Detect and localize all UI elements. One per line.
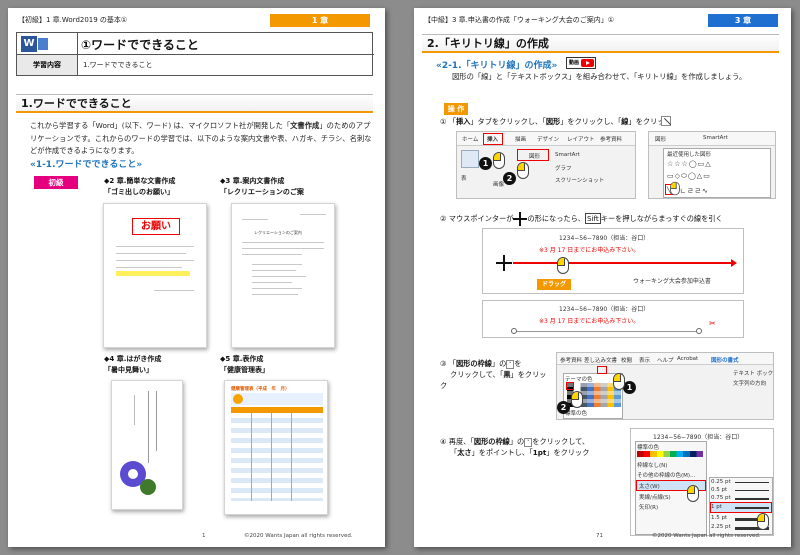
graph-button[interactable]: グラフ [555, 164, 572, 172]
copyright: ©2020 Wants Japan all rights reserved. [652, 533, 761, 539]
example-caption: ◆5 章.表作成 「健康管理表」 [220, 355, 269, 374]
onegai-title: お願い [132, 218, 180, 235]
thumbnail-gomi: お願い [103, 203, 207, 348]
right-page: 【中級】3 章.申込書の作成「ウォーキング大会のご案内」① 3 章 2.「キリト… [414, 8, 791, 547]
example-caption: ◆3 章.案内文書作成 「レクリエーションのご案 [220, 177, 304, 196]
page-title: ①ワードでできること [81, 38, 199, 52]
copyright: ©2020 Wants Japan all rights reserved. [244, 533, 353, 539]
level-badge: 初級 [34, 176, 78, 189]
operation-label: 操 作 [444, 103, 468, 115]
ribbon-screenshot: ホーム 挿入 描画 デザイン レイアウト 参考資料 表 画像 図形 SmartA… [456, 131, 636, 199]
screenshot-button[interactable]: スクリーンショット [555, 176, 604, 184]
applicant-text: ウォーキング大会参加申込書 [633, 278, 711, 285]
text-direction-label: 文字列の方向 [733, 381, 767, 387]
text-box-label: テキスト ボックス [733, 371, 774, 377]
page-number: 1 [202, 533, 206, 539]
dash-option[interactable]: 実線/点線(S) [639, 493, 671, 501]
page-header: 【中級】3 章.申込書の作成「ウォーキング大会のご案内」① [424, 16, 614, 24]
example-caption: ◆2 章.簡単な文書作成 「ゴミ出しのお願い」 [104, 177, 176, 196]
intro-text: これから学習する「Word」(以下、ワード) は、マイクロソフト社が開発した「文… [30, 121, 372, 155]
learning-item: 1.ワードでできること [83, 61, 153, 69]
word-logo-icon: W [21, 36, 37, 52]
other-colors-option[interactable]: その他の枠線の色(M)... [637, 471, 695, 479]
weight-075[interactable]: 0.75 pt [711, 495, 731, 501]
deadline-text: ※3 月 17 日までにお申込み下さい。 [539, 318, 640, 325]
line-shape-icon [661, 116, 672, 126]
learning-label: 学習内容 [17, 55, 77, 75]
tab-help[interactable]: ヘルプ [657, 356, 674, 364]
phone-text: 1234−56−7890（担当：谷口） [559, 235, 650, 242]
smartart-button[interactable]: SmartArt [555, 152, 580, 158]
shape-dropdown[interactable]: 図形 [655, 135, 666, 143]
chapter-badge: 1 章 [270, 14, 370, 27]
weight-15[interactable]: 1.5 pt [711, 515, 727, 521]
left-page: 【初級】1 章.Word2019 の基本① 1 章 W ①ワードでできること 学… [8, 8, 385, 547]
shift-key: Sift [584, 213, 601, 224]
example-caption: ◆4 章.はがき作成 「暑中見舞い」 [104, 355, 162, 374]
standard-colors-label: 標準の色 [637, 445, 660, 451]
tab-draw[interactable]: 描画 [515, 135, 526, 143]
recent-shapes-label: 最近使用した図形 [667, 152, 712, 158]
tab-design[interactable]: デザイン [537, 135, 559, 143]
tab-layout[interactable]: レイアウト [567, 135, 595, 143]
arrow-option[interactable]: 矢印(R) [639, 503, 658, 511]
shape-gallery-screenshot: 図形 SmartArt 最近使用した図形 ☆☆☆◯▭△ ▭◇⬭◯△▭ ╲ㄱㄴㄹㄹ… [648, 131, 776, 199]
phone-text: 1234−56−7890（担当：谷口） [559, 306, 650, 313]
weight-225[interactable]: 2.25 pt [711, 524, 731, 530]
title-box: W ①ワードでできること 学習内容 1.ワードでできること [16, 32, 374, 76]
tab-review[interactable]: 校閲 [621, 356, 632, 364]
health-title: 健康管理表（平成 年 月） [231, 387, 290, 392]
weight-05[interactable]: 0.5 pt [711, 487, 727, 493]
crosshair-icon [513, 212, 528, 226]
smartart-button[interactable]: SmartArt [703, 135, 728, 141]
subsection-title: «2-1.「キリトリ線」の作成» [436, 61, 558, 71]
section-title: 2.「キリトリ線」の作成 [422, 34, 779, 53]
thumbnail-hagaki [111, 380, 183, 510]
deadline-text: ※3 月 17 日までにお申込み下さい。 [539, 247, 640, 254]
step-1-text: ① 「挿入」タブをクリックし、「図形」をクリックし、「線」をクリック [440, 117, 672, 126]
step-3-text: ③ 「図形の枠線」の ˅ をクリックして、「黒」をクリック [440, 359, 547, 390]
no-line-option[interactable]: 枠線なし(N) [637, 461, 667, 469]
tab-acrobat[interactable]: Acrobat [677, 356, 698, 362]
table-label: 表 [461, 176, 467, 182]
section-title: 1.ワードでできること [16, 94, 373, 113]
tab-home[interactable]: ホーム [462, 135, 478, 143]
tab-view[interactable]: 表示 [639, 356, 650, 364]
chapter-badge: 3 章 [708, 14, 778, 27]
tab-mailings[interactable]: 差し込み文書 [584, 356, 617, 364]
draw-line-screenshot: 1234−56−7890（担当：谷口） ※3 月 17 日までにお申込み下さい。… [482, 228, 744, 294]
tab-references[interactable]: 参考資料 [560, 356, 582, 364]
line-result-screenshot: 1234−56−7890（担当：谷口） ※3 月 17 日までにお申込み下さい。… [482, 300, 744, 338]
outline-color-screenshot: 参考資料 差し込み文書 校閲 表示 ヘルプ Acrobat 図形の書式 テキスト… [556, 352, 774, 420]
tab-references[interactable]: 参考資料 [600, 135, 622, 143]
weight-025[interactable]: 0.25 pt [711, 479, 731, 485]
image-label: 画像 [493, 182, 505, 188]
page-header: 【初級】1 章.Word2019 の基本① [18, 16, 128, 24]
page-number: 71 [596, 533, 603, 539]
step-2-text: ② マウスポインターが の形になったら、 Sift キーを押しながらまっすぐの線を引く [440, 212, 723, 226]
thumbnail-health-table: 健康管理表（平成 年 月） [224, 380, 328, 515]
recreation-heading: レクリエーションのご案内 [254, 230, 302, 235]
tab-shape-format[interactable]: 図形の書式 [711, 356, 739, 364]
thumbnail-recreation: レクリエーションのご案内 [231, 203, 335, 348]
drag-label: ドラッグ [537, 279, 571, 290]
step-4-text: ④ 再度、「図形の枠線」の ˅ をクリックして、 「太さ」をポイントし、「1pt」をク… [440, 437, 590, 457]
video-badge[interactable]: 動画 [566, 57, 596, 69]
line-weight-screenshot: 1234−56−7890（担当：谷口） 標準の色 枠線なし(N) その他の枠線の… [630, 428, 774, 536]
intro-text: 図形の「線」と「テキストボックス」を組み合わせて、「キリトリ線」を作成しましょう… [452, 72, 747, 81]
subsection-title: «1-1.ワードでできること» [30, 160, 143, 170]
phone-text: 1234−56−7890（担当：谷口） [653, 434, 744, 441]
